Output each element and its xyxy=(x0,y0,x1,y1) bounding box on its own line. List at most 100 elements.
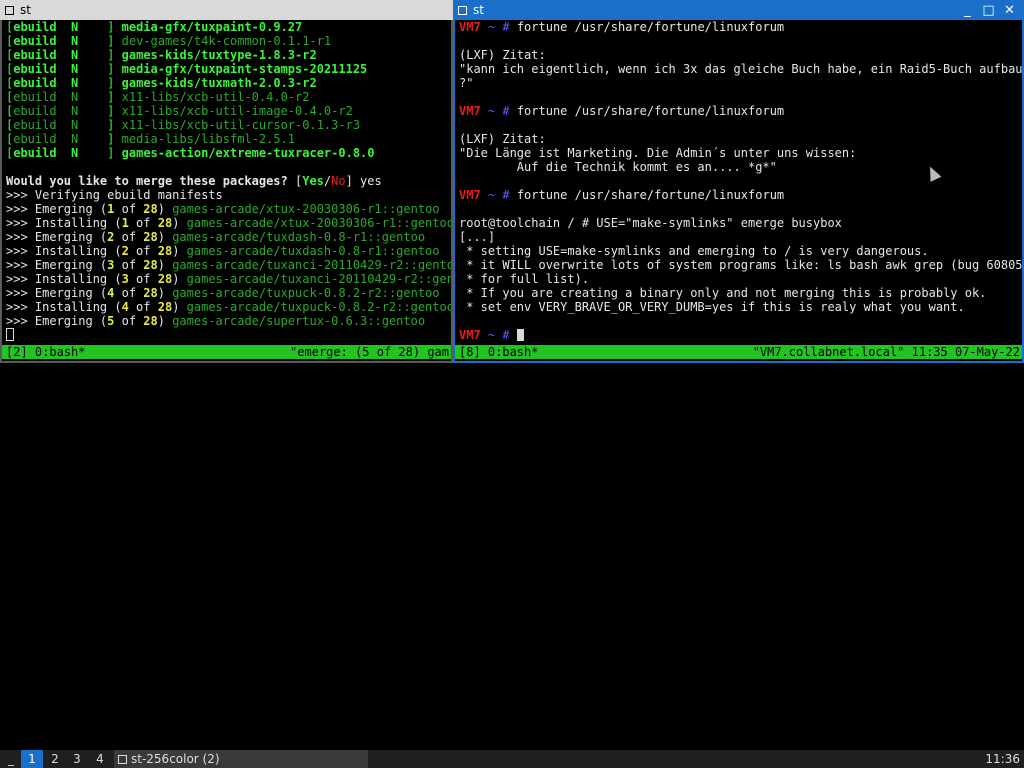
terminal-text: of xyxy=(114,258,144,272)
terminal-text: of xyxy=(114,202,144,216)
right-status-host-time: "VM7.collabnet.local" 11:35 07-May-22 xyxy=(752,345,1020,359)
terminal-line: VM7 ~ # fortune /usr/share/fortune/linux… xyxy=(459,104,1022,118)
terminal-text: >>> Emerging ( xyxy=(6,286,108,300)
right-window-title: st xyxy=(473,3,484,17)
left-terminal-window[interactable]: st [ebuild N ] media-gfx/tuxpaint-0.9.27… xyxy=(0,0,453,363)
terminal-text: ] xyxy=(78,146,122,160)
terminal-line: >>> Emerging (1 of 28) games-arcade/xtux… xyxy=(6,202,451,216)
minimize-all-button[interactable]: _ xyxy=(8,750,14,768)
terminal-text: ) xyxy=(172,244,187,258)
left-window-titlebar[interactable]: st xyxy=(0,0,453,20)
terminal-text: * set env VERY_BRAVE_OR_VERY_DUMB=yes if… xyxy=(459,300,965,314)
terminal-text: 28 xyxy=(143,314,158,328)
close-button[interactable]: ✕ xyxy=(999,1,1020,19)
terminal-text: # xyxy=(502,188,517,202)
workspace-4[interactable]: 4 xyxy=(89,750,111,768)
terminal-line: >>> Installing (1 of 28) games-arcade/xt… xyxy=(6,216,451,230)
terminal-line: * it WILL overwrite lots of system progr… xyxy=(459,258,1022,272)
terminal-text: >>> Emerging ( xyxy=(6,202,108,216)
terminal-text: games-arcade/xtux-20030306-r1::gentoo xyxy=(186,216,451,230)
terminal-text: ] xyxy=(78,48,122,62)
terminal-line: [...] xyxy=(459,230,1022,244)
terminal-text: ) xyxy=(172,216,187,230)
terminal-text: "kann ich eigentlich, wenn ich 3x das gl… xyxy=(459,62,1022,76)
terminal-text: VM7 xyxy=(459,328,481,342)
terminal-text: media-gfx/tuxpaint-stamps-20211125 xyxy=(121,62,368,76)
terminal-cursor xyxy=(6,328,14,341)
terminal-line: [ebuild N ] media-gfx/tuxpaint-stamps-20… xyxy=(6,62,451,76)
terminal-text: media-gfx/tuxpaint-0.9.27 xyxy=(121,20,303,34)
terminal-text: 28 xyxy=(143,230,158,244)
taskbar-task-button[interactable]: st-256color (2) xyxy=(114,750,368,768)
maximize-button[interactable]: □ xyxy=(978,1,999,19)
terminal-text: ] xyxy=(78,118,122,132)
right-status-session: [8] 0:bash* xyxy=(459,345,539,359)
right-terminal-window[interactable]: st _ □ ✕ VM7 ~ # fortune /usr/share/fort… xyxy=(453,0,1024,363)
workspace-2[interactable]: 2 xyxy=(44,750,66,768)
terminal-line: root@toolchain / # USE="make-symlinks" e… xyxy=(459,216,1022,230)
terminal-text: ) xyxy=(157,202,173,216)
right-terminal-lines: VM7 ~ # fortune /usr/share/fortune/linux… xyxy=(459,20,1022,342)
terminal-line: >>> Installing (4 of 28) games-arcade/tu… xyxy=(6,300,451,314)
workspace-3[interactable]: 3 xyxy=(66,750,88,768)
terminal-text: x11-libs/xcb-util-0.4.0-r2 xyxy=(121,90,310,104)
terminal-text: dev-games/t4k-common-0.1.1-r1 xyxy=(121,34,332,48)
terminal-line: (LXF) Zitat: xyxy=(459,132,1022,146)
terminal-text: ] xyxy=(78,34,122,48)
terminal-line: "Die Länge ist Marketing. Die Admin´s un… xyxy=(459,146,1022,160)
terminal-text: of xyxy=(128,300,158,314)
left-terminal-content[interactable]: [ebuild N ] media-gfx/tuxpaint-0.9.27 [eb… xyxy=(2,20,451,361)
terminal-cursor xyxy=(516,329,524,341)
terminal-line: * setting USE=make-symlinks and emerging… xyxy=(459,244,1022,258)
terminal-line: [ebuild N ] dev-games/t4k-common-0.1.1-r… xyxy=(6,34,451,48)
taskbar-clock: 11:36 xyxy=(985,752,1020,766)
terminal-text: games-arcade/supertux-0.6.3::gentoo xyxy=(172,314,426,328)
terminal-line: (LXF) Zitat: xyxy=(459,48,1022,62)
right-window-titlebar[interactable]: st _ □ ✕ xyxy=(453,0,1024,20)
left-status-title: "emerge: (5 of 28) gam xyxy=(290,345,449,359)
terminal-text: of xyxy=(114,314,144,328)
terminal-text: VM7 xyxy=(459,104,481,118)
terminal-text: 28 xyxy=(143,202,158,216)
terminal-text: fortune /usr/share/fortune/linuxforum xyxy=(516,20,785,34)
terminal-line: [ebuild N ] games-kids/tuxtype-1.8.3-r2 xyxy=(6,48,451,62)
terminal-text: >>> Emerging ( xyxy=(6,314,108,328)
terminal-text: 28 xyxy=(143,258,158,272)
terminal-text: ) xyxy=(157,314,173,328)
terminal-text: fortune /usr/share/fortune/linuxforum xyxy=(516,188,785,202)
terminal-text: VM7 xyxy=(459,188,481,202)
terminal-text: [...] xyxy=(459,230,496,244)
terminal-text: VM7 xyxy=(459,20,481,34)
workspace-1[interactable]: 1 xyxy=(21,750,43,768)
terminal-line: >>> Emerging (5 of 28) games-arcade/supe… xyxy=(6,314,451,328)
terminal-text: ~ xyxy=(480,328,503,342)
terminal-text: # xyxy=(502,328,517,342)
terminal-text: * If you are creating a binary only and … xyxy=(459,286,987,300)
terminal-text: of xyxy=(114,230,144,244)
terminal-text: ebuild xyxy=(13,146,57,160)
terminal-text: >>> Emerging ( xyxy=(6,258,108,272)
terminal-text: games-kids/tuxtype-1.8.3-r2 xyxy=(121,48,317,62)
terminal-text: 4 xyxy=(121,300,129,314)
terminal-text: games-arcade/tuxpuck-0.8.2-r2::gentoo xyxy=(186,300,451,314)
terminal-text: >>> Verifying ebuild manifests xyxy=(6,188,223,202)
terminal-text: ) xyxy=(157,286,173,300)
terminal-text: ) xyxy=(157,230,173,244)
left-terminal-lines: [ebuild N ] media-gfx/tuxpaint-0.9.27 [eb… xyxy=(6,20,451,342)
terminal-line: VM7 ~ # fortune /usr/share/fortune/linux… xyxy=(459,20,1022,34)
terminal-text: ~ xyxy=(480,20,503,34)
terminal-text: of xyxy=(128,244,158,258)
terminal-line: * set env VERY_BRAVE_OR_VERY_DUMB=yes if… xyxy=(459,300,1022,314)
minimize-button[interactable]: _ xyxy=(957,1,978,19)
terminal-line: [ebuild N ] games-action/extreme-tuxrace… xyxy=(6,146,451,160)
right-terminal-content[interactable]: VM7 ~ # fortune /usr/share/fortune/linux… xyxy=(455,20,1022,361)
terminal-text: Would you like to merge these packages? xyxy=(6,174,295,188)
